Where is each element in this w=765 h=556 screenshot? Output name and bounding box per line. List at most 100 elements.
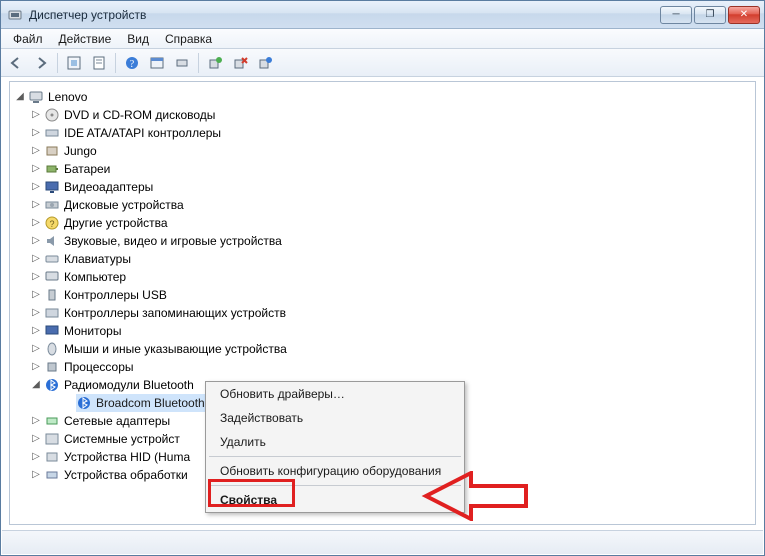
hid-icon <box>44 449 60 465</box>
menu-action[interactable]: Действие <box>51 31 120 47</box>
title-bar: Диспетчер устройств ─ ❐ ✕ <box>1 1 764 29</box>
expand-icon[interactable]: ▷ <box>30 160 42 178</box>
tree-item-label: Процессоры <box>64 358 134 376</box>
tree-root-label: Lenovo <box>48 88 87 106</box>
ctx-properties[interactable]: Свойства <box>206 488 464 512</box>
tree-item-label: Радиомодули Bluetooth <box>64 376 194 394</box>
tree-item-jungo[interactable]: ▷ Jungo <box>30 142 749 160</box>
tree-item-label: Батареи <box>64 160 110 178</box>
collapse-icon[interactable]: ◢ <box>30 376 42 394</box>
tree-item-cpu[interactable]: ▷ Процессоры <box>30 358 749 376</box>
tree-item-label: Видеоадаптеры <box>64 178 153 196</box>
disc-icon <box>44 107 60 123</box>
toolbar-separator <box>57 53 58 73</box>
tree-item-disk[interactable]: ▷ Дисковые устройства <box>30 196 749 214</box>
tree-item-label: DVD и CD-ROM дисководы <box>64 106 215 124</box>
menu-file[interactable]: Файл <box>5 31 51 47</box>
expand-icon[interactable]: ▷ <box>30 214 42 232</box>
tree-item-other[interactable]: ▷ ? Другие устройства <box>30 214 749 232</box>
ctx-separator <box>209 456 461 457</box>
network-icon <box>44 413 60 429</box>
tree-item-storage[interactable]: ▷ Контроллеры запоминающих устройств <box>30 304 749 322</box>
tree-item-computer[interactable]: ▷ Компьютер <box>30 268 749 286</box>
tb-view-button[interactable] <box>146 52 168 74</box>
ide-icon <box>44 125 60 141</box>
tb-devices-button[interactable] <box>171 52 193 74</box>
toolbar-separator <box>198 53 199 73</box>
expand-icon[interactable]: ▷ <box>30 430 42 448</box>
tree-item-label: Мыши и иные указывающие устройства <box>64 340 287 358</box>
expand-icon[interactable]: ▷ <box>30 286 42 304</box>
back-button[interactable] <box>5 52 27 74</box>
tb-show-hidden[interactable] <box>63 52 85 74</box>
tree-item-label: Звуковые, видео и игровые устройства <box>64 232 282 250</box>
tree-item-display[interactable]: ▷ Видеоадаптеры <box>30 178 749 196</box>
ctx-scan-hardware[interactable]: Обновить конфигурацию оборудования <box>206 459 464 483</box>
bluetooth-icon <box>76 395 92 411</box>
tree-item-mouse[interactable]: ▷ Мыши и иные указывающие устройства <box>30 340 749 358</box>
expand-icon[interactable]: ▷ <box>30 268 42 286</box>
expand-icon[interactable]: ▷ <box>30 124 42 142</box>
expand-icon[interactable]: ▷ <box>30 250 42 268</box>
expand-icon[interactable]: ▷ <box>30 106 42 124</box>
close-button[interactable]: ✕ <box>728 6 760 24</box>
expand-icon[interactable]: ▷ <box>30 142 42 160</box>
expand-icon[interactable]: ▷ <box>30 466 42 484</box>
tree-item-dvd[interactable]: ▷ DVD и CD-ROM дисководы <box>30 106 749 124</box>
mouse-icon <box>44 341 60 357</box>
ctx-delete[interactable]: Удалить <box>206 430 464 454</box>
svg-text:?: ? <box>49 219 54 229</box>
tree-item-label: Контроллеры запоминающих устройств <box>64 304 286 322</box>
window-controls: ─ ❐ ✕ <box>658 6 760 24</box>
ctx-update-drivers[interactable]: Обновить драйверы… <box>206 382 464 406</box>
ctx-separator <box>209 485 461 486</box>
expand-icon[interactable]: ▷ <box>30 358 42 376</box>
app-icon <box>7 7 23 23</box>
tb-uninstall[interactable] <box>229 52 251 74</box>
device-manager-window: Диспетчер устройств ─ ❐ ✕ Файл Действие … <box>0 0 765 556</box>
tree-root[interactable]: ◢ Lenovo <box>14 88 749 106</box>
tree-item-battery[interactable]: ▷ Батареи <box>30 160 749 178</box>
expand-icon[interactable]: ▷ <box>30 178 42 196</box>
battery-icon <box>44 161 60 177</box>
ctx-enable[interactable]: Задействовать <box>206 406 464 430</box>
tree-item-label: IDE ATA/ATAPI контроллеры <box>64 124 221 142</box>
tree-item-monitor[interactable]: ▷ Мониторы <box>30 322 749 340</box>
window-title: Диспетчер устройств <box>29 8 146 22</box>
expand-icon[interactable]: ▷ <box>30 232 42 250</box>
tree-item-keyboard[interactable]: ▷ Клавиатуры <box>30 250 749 268</box>
usb-icon <box>44 287 60 303</box>
tb-update-driver[interactable] <box>204 52 226 74</box>
disk-icon <box>44 197 60 213</box>
expand-icon[interactable]: ▷ <box>30 412 42 430</box>
minimize-button[interactable]: ─ <box>660 6 692 24</box>
svg-text:?: ? <box>130 59 135 70</box>
expand-icon[interactable]: ▷ <box>30 322 42 340</box>
imaging-icon <box>44 467 60 483</box>
tree-item-label: Клавиатуры <box>64 250 131 268</box>
tree-item-label: Мониторы <box>64 322 121 340</box>
collapse-icon[interactable]: ◢ <box>14 88 26 106</box>
tb-scan-hardware[interactable] <box>254 52 276 74</box>
expand-icon[interactable]: ▷ <box>30 448 42 466</box>
unknown-icon: ? <box>44 215 60 231</box>
status-bar <box>2 530 763 554</box>
tb-properties[interactable] <box>88 52 110 74</box>
expand-icon[interactable]: ▷ <box>30 340 42 358</box>
menu-help[interactable]: Справка <box>157 31 220 47</box>
context-menu: Обновить драйверы… Задействовать Удалить… <box>205 381 465 513</box>
menu-view[interactable]: Вид <box>119 31 157 47</box>
tree-item-label: Компьютер <box>64 268 126 286</box>
tree-item-label: Другие устройства <box>64 214 168 232</box>
forward-button[interactable] <box>30 52 52 74</box>
monitor-icon <box>44 323 60 339</box>
tree-item-ide[interactable]: ▷ IDE ATA/ATAPI контроллеры <box>30 124 749 142</box>
tree-item-usb[interactable]: ▷ Контроллеры USB <box>30 286 749 304</box>
expand-icon[interactable]: ▷ <box>30 196 42 214</box>
tree-item-sound[interactable]: ▷ Звуковые, видео и игровые устройства <box>30 232 749 250</box>
tb-help[interactable]: ? <box>121 52 143 74</box>
tree-item-label: Системные устройст <box>64 430 180 448</box>
maximize-button[interactable]: ❐ <box>694 6 726 24</box>
chip-icon <box>44 359 60 375</box>
expand-icon[interactable]: ▷ <box>30 304 42 322</box>
